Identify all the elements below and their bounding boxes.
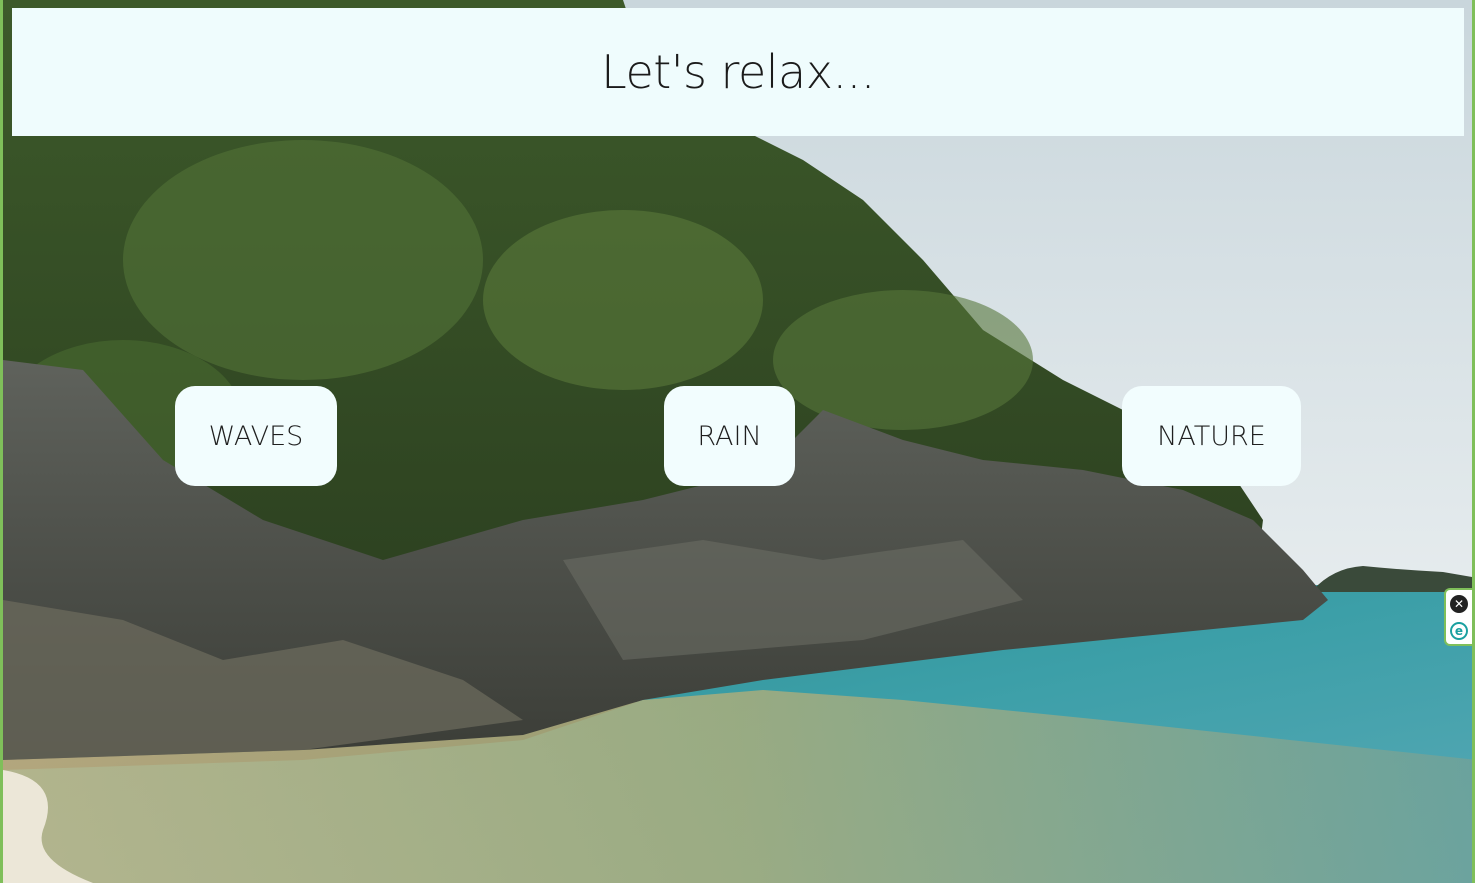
page-title: Let's relax... bbox=[601, 45, 875, 99]
rain-button[interactable]: RAIN bbox=[664, 386, 795, 486]
nature-button[interactable]: NATURE bbox=[1122, 386, 1301, 486]
header-bar: Let's relax... bbox=[12, 8, 1464, 136]
extension-widget: ✕ e bbox=[1444, 588, 1472, 646]
close-icon[interactable]: ✕ bbox=[1450, 594, 1468, 613]
e-icon[interactable]: e bbox=[1450, 621, 1468, 640]
waves-button[interactable]: WAVES bbox=[175, 386, 337, 486]
app-frame: Let's relax... WAVES RAIN NATURE ✕ e bbox=[0, 0, 1475, 883]
